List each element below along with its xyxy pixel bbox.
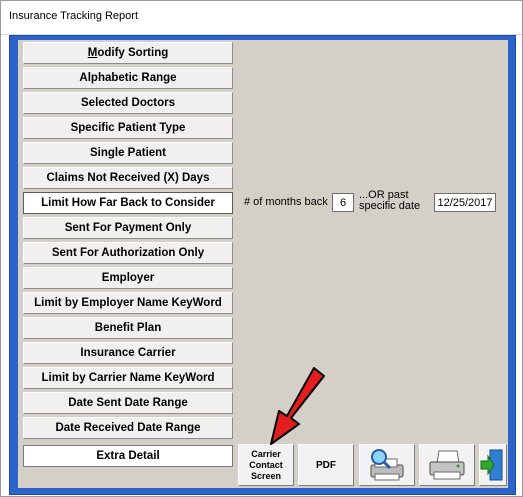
exit-door-icon <box>480 449 503 481</box>
claims-not-received-button[interactable]: Claims Not Received (X) Days <box>23 167 233 189</box>
title-bar: Insurance Tracking Report <box>1 1 522 35</box>
print-button[interactable] <box>419 444 475 486</box>
limit-how-far-back-button[interactable]: Limit How Far Back to Consider <box>23 192 233 214</box>
extra-detail-label: Extra Detail <box>96 450 160 462</box>
single-patient-label: Single Patient <box>89 147 167 159</box>
date-sent-range-button[interactable]: Date Sent Date Range <box>23 392 233 414</box>
employer-label: Employer <box>101 272 155 284</box>
alphabetic-range-label: Alphabetic Range <box>79 72 177 84</box>
print-preview-button[interactable] <box>359 444 415 486</box>
employer-keyword-button[interactable]: Limit by Employer Name KeyWord <box>23 292 233 314</box>
extra-detail-button[interactable]: Extra Detail <box>23 445 233 467</box>
specific-patient-type-label: Specific Patient Type <box>70 122 186 134</box>
specific-date-input[interactable] <box>434 193 496 212</box>
pdf-label: PDF <box>316 459 336 471</box>
carrier-label-line2: Contact <box>249 459 283 470</box>
alphabetic-range-button[interactable]: Alphabetic Range <box>23 67 233 89</box>
specific-date-label-line2: specific date <box>359 200 421 212</box>
insurance-carrier-label: Insurance Carrier <box>80 347 176 359</box>
modify-sorting-accel: M <box>87 47 98 59</box>
window-title: Insurance Tracking Report <box>9 10 139 22</box>
limit-how-far-back-label: Limit How Far Back to Consider <box>41 197 215 209</box>
employer-keyword-label: Limit by Employer Name KeyWord <box>34 297 222 309</box>
carrier-keyword-label: Limit by Carrier Name KeyWord <box>41 372 215 384</box>
print-preview-icon <box>370 449 404 481</box>
sent-for-authorization-label: Sent For Authorization Only <box>51 247 205 259</box>
insurance-carrier-button[interactable]: Insurance Carrier <box>23 342 233 364</box>
sent-for-authorization-button[interactable]: Sent For Authorization Only <box>23 242 233 264</box>
selected-doctors-button[interactable]: Selected Doctors <box>23 92 233 114</box>
months-back-label: # of months back <box>244 196 328 208</box>
exit-button[interactable] <box>479 444 507 486</box>
carrier-keyword-button[interactable]: Limit by Carrier Name KeyWord <box>23 367 233 389</box>
sent-for-payment-label: Sent For Payment Only <box>64 222 192 234</box>
sent-for-payment-button[interactable]: Sent For Payment Only <box>23 217 233 239</box>
claims-not-received-label: Claims Not Received (X) Days <box>46 172 210 184</box>
date-received-range-button[interactable]: Date Received Date Range <box>23 417 233 439</box>
date-received-range-label: Date Received Date Range <box>55 422 201 434</box>
date-sent-range-label: Date Sent Date Range <box>68 397 188 409</box>
report-window: Insurance Tracking Report Modify Sorting… <box>0 0 523 497</box>
months-back-input[interactable] <box>332 193 354 212</box>
benefit-plan-label: Benefit Plan <box>94 322 162 334</box>
single-patient-button[interactable]: Single Patient <box>23 142 233 164</box>
specific-date-label: ...OR past specific date <box>359 190 420 212</box>
red-arrow-icon <box>270 367 325 445</box>
printer-icon <box>429 450 465 480</box>
benefit-plan-button[interactable]: Benefit Plan <box>23 317 233 339</box>
carrier-label-line3: Screen <box>250 470 282 481</box>
selected-doctors-label: Selected Doctors <box>81 97 175 109</box>
specific-patient-type-button[interactable]: Specific Patient Type <box>23 117 233 139</box>
employer-button[interactable]: Employer <box>23 267 233 289</box>
modify-sorting-button[interactable]: Modify Sorting <box>23 42 233 64</box>
modify-sorting-label: odify Sorting <box>97 47 169 59</box>
